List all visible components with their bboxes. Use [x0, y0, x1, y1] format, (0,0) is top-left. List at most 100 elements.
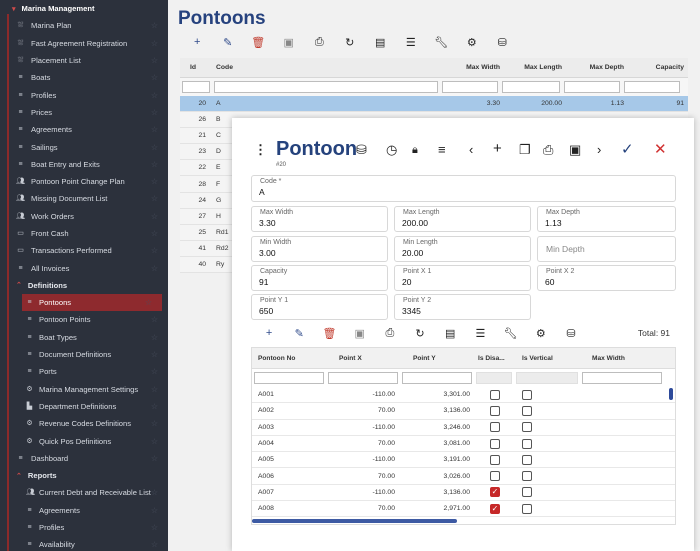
col-code[interactable]: Code [210, 64, 440, 71]
filter-input[interactable] [502, 81, 560, 93]
max-depth-field[interactable]: Max Depth 1.13 [537, 206, 676, 232]
vertical-scrollbar[interactable] [669, 388, 673, 400]
star-icon[interactable]: ☆ [151, 108, 158, 117]
filter-input[interactable] [442, 81, 498, 93]
point-y2-field[interactable]: Point Y 2 3345 [394, 294, 531, 320]
horizontal-scrollbar[interactable] [252, 519, 457, 523]
table-row[interactable]: A002 70.00 3,136.00 [252, 403, 675, 420]
max-length-field[interactable]: Max Length 200.00 [394, 206, 531, 232]
col-id[interactable]: Id [180, 64, 210, 71]
gear-icon[interactable]: ⚙ [526, 327, 556, 340]
lock-icon[interactable]: 🔒︎ [412, 144, 418, 157]
add-icon[interactable]: + [254, 327, 284, 340]
is-vertical-checkbox[interactable] [522, 503, 532, 514]
sidebar-item-department-definitions[interactable]: ▙ Department Definitions ☆ [0, 398, 168, 415]
wrench-icon[interactable]: 🔧︎ [496, 327, 526, 340]
table-row[interactable]: A004 70.00 3,081.00 [252, 436, 675, 453]
table-row[interactable]: A005 -110.00 3,191.00 [252, 452, 675, 469]
save-icon[interactable]: ▣ [569, 142, 581, 158]
min-width-field[interactable]: Min Width 3.00 [251, 236, 388, 262]
star-icon[interactable]: ☆ [151, 21, 158, 30]
code-field[interactable]: Code * A [251, 175, 676, 202]
point-y1-field[interactable]: Point Y 1 650 [251, 294, 388, 320]
print-icon[interactable]: ⎙ [304, 36, 335, 49]
sidebar-item-agreements[interactable]: ≡ Agreements ☆ [0, 121, 168, 138]
star-icon[interactable]: ☆ [151, 212, 158, 221]
is-disabled-checkbox[interactable] [490, 389, 500, 400]
is-disabled-checkbox[interactable] [490, 405, 500, 416]
star-icon[interactable]: ☆ [151, 506, 158, 515]
refresh-icon[interactable]: ↻ [335, 36, 366, 49]
star-icon[interactable]: ☆ [151, 333, 158, 342]
table-row[interactable]: 20 A 3.30 200.00 1.13 91 [180, 96, 688, 113]
sidebar-item-agreements[interactable]: ≡ Agreements ☆ [0, 502, 168, 519]
sidebar-item-pontoons[interactable]: ≡ Pontoons ☆ [22, 294, 162, 312]
is-vertical-checkbox[interactable] [522, 389, 532, 400]
add-icon[interactable]: + [493, 140, 502, 157]
columns-icon[interactable]: ☰ [465, 327, 495, 340]
save-icon[interactable]: ▣ [345, 327, 375, 340]
excel-icon[interactable]: ▤ [365, 36, 396, 49]
is-vertical-checkbox[interactable] [522, 438, 532, 449]
filter-input[interactable] [582, 372, 662, 384]
star-icon[interactable]: ☆ [145, 298, 152, 307]
star-icon[interactable]: ☆ [151, 143, 158, 152]
sidebar-item-placement-list[interactable]: ⛆ Placement List ☆ [0, 52, 168, 69]
star-icon[interactable]: ☆ [151, 315, 158, 324]
col-is-disabled[interactable]: Is Disa... [476, 355, 514, 362]
delete-icon[interactable]: 🗑︎ [243, 36, 274, 49]
sidebar-item-prices[interactable]: ≡ Prices ☆ [0, 104, 168, 121]
is-disabled-checkbox[interactable] [490, 471, 500, 482]
filter-input[interactable] [328, 372, 398, 384]
col-max-width[interactable]: Max Width [440, 64, 502, 71]
is-disabled-checkbox[interactable] [490, 422, 500, 433]
col-point-y[interactable]: Point Y [401, 355, 476, 362]
point-x1-field[interactable]: Point X 1 20 [394, 265, 531, 291]
print-icon[interactable]: ⎙ [375, 327, 405, 340]
sidebar-header[interactable]: ▾ Marina Management [0, 0, 168, 17]
sidebar-item-revenue-codes-definitions[interactable]: ⚙ Revenue Codes Definitions ☆ [0, 415, 168, 432]
columns-icon[interactable]: ☰ [396, 36, 427, 49]
sidebar-item-ports[interactable]: ≡ Ports ☆ [0, 363, 168, 380]
star-icon[interactable]: ☆ [151, 160, 158, 169]
is-vertical-checkbox[interactable] [522, 422, 532, 433]
filter-input[interactable] [214, 81, 438, 93]
sidebar-item-dashboard[interactable]: ≡ Dashboard ☆ [0, 450, 168, 467]
delete-icon[interactable]: 🗑︎ [314, 327, 344, 340]
star-icon[interactable]: ☆ [151, 402, 158, 411]
menu-icon[interactable]: ≡ [438, 142, 446, 157]
star-icon[interactable]: ☆ [151, 229, 158, 238]
sidebar-item-profiles[interactable]: ≡ Profiles ☆ [0, 86, 168, 103]
min-depth-field[interactable]: Min Depth [537, 236, 676, 262]
sidebar-item-boat-entry-and-exits[interactable]: ≡ Boat Entry and Exits ☆ [0, 156, 168, 173]
is-disabled-checkbox[interactable] [490, 438, 500, 449]
star-icon[interactable]: ☆ [151, 177, 158, 186]
is-vertical-checkbox[interactable] [522, 405, 532, 416]
star-icon[interactable]: ☆ [151, 73, 158, 82]
is-disabled-checkbox[interactable] [490, 454, 500, 465]
star-icon[interactable]: ☆ [151, 385, 158, 394]
star-icon[interactable]: ☆ [151, 194, 158, 203]
print-icon[interactable]: ⎙ [543, 142, 553, 158]
sidebar-item-transactions-performed[interactable]: ▭ Transactions Performed ☆ [0, 242, 168, 259]
sidebar-section-definitions[interactable]: ⌃ Definitions [0, 277, 168, 294]
star-icon[interactable]: ☆ [151, 367, 158, 376]
more-icon[interactable]: ⋮ [254, 142, 267, 158]
star-icon[interactable]: ☆ [151, 246, 158, 255]
star-icon[interactable]: ☆ [151, 419, 158, 428]
filter-input[interactable] [182, 81, 210, 93]
sidebar-item-profiles[interactable]: ≡ Profiles ☆ [0, 519, 168, 536]
col-capacity[interactable]: Capacity [626, 64, 688, 71]
database-icon[interactable]: ⛁ [356, 142, 367, 158]
add-icon[interactable]: + [182, 36, 213, 49]
sidebar-section-reports[interactable]: ⌃ Reports [0, 467, 168, 484]
star-icon[interactable]: ☆ [151, 488, 158, 497]
edit-icon[interactable]: ✎ [284, 327, 314, 340]
wrench-icon[interactable]: 🔧︎ [426, 36, 457, 49]
col-max-width[interactable]: Max Width [584, 355, 664, 362]
database-icon[interactable]: ⛁ [556, 327, 586, 340]
sidebar-item-marina-plan[interactable]: ⛆ Marina Plan ☆ [0, 17, 168, 34]
is-disabled-checkbox[interactable]: ✓ [490, 487, 500, 498]
col-pontoon-no[interactable]: Pontoon No [252, 355, 327, 362]
col-max-length[interactable]: Max Length [502, 64, 564, 71]
